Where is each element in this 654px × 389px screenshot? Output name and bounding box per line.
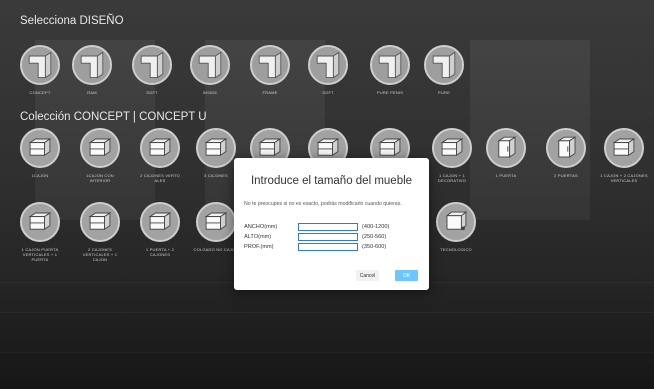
collection-option-label: 1 CAJON + 2 CAJONES VERTICALES bbox=[600, 173, 648, 183]
design-option-label: RAM bbox=[87, 90, 97, 95]
drawer-cabinet-icon bbox=[20, 202, 60, 242]
collection-option[interactable]: COLGADO NO CAJON bbox=[192, 202, 240, 252]
depth-range: (350-600) bbox=[362, 244, 387, 250]
cancel-button[interactable]: Cancel bbox=[356, 270, 379, 281]
handle-profile-icon bbox=[20, 45, 60, 85]
collection-option-label: 1 PUERTA bbox=[495, 173, 517, 178]
design-option-label: PURE PENIS bbox=[376, 90, 404, 95]
dialog-description: No te preocupes si no es exacto, podrás … bbox=[244, 201, 402, 207]
tech-cabinet-icon bbox=[436, 202, 476, 242]
collection-option-label: 2 PUERTAS bbox=[554, 173, 578, 178]
design-option[interactable]: INSIDE bbox=[186, 45, 234, 95]
design-option-label: INSIDE bbox=[202, 90, 218, 95]
collection-option-label: COLGADO NO CAJON bbox=[193, 247, 239, 252]
width-label: ANCHO(mm) bbox=[244, 224, 278, 230]
width-input[interactable] bbox=[298, 223, 358, 231]
door-cabinet-icon bbox=[486, 128, 526, 168]
collection-option[interactable]: 1 CAJON PUERTA VERTICALES + 1 PUERTA bbox=[16, 202, 64, 262]
collection-option-label: 1CAJON bbox=[31, 173, 49, 178]
design-option[interactable]: SOFT bbox=[304, 45, 352, 95]
handle-profile-icon bbox=[72, 45, 112, 85]
height-input[interactable] bbox=[298, 233, 358, 241]
design-option[interactable]: PURE bbox=[420, 45, 468, 95]
design-option[interactable]: SOFT bbox=[128, 45, 176, 95]
drawer-cabinet-icon bbox=[140, 202, 180, 242]
configurator-screen: Selecciona DISEÑO CONCEPT RAM SOFT INSIDE FR… bbox=[0, 0, 654, 389]
collection-option[interactable]: 1 PUERTA + 2 CAJONES bbox=[136, 202, 184, 257]
design-option[interactable]: CONCEPT bbox=[16, 45, 64, 95]
ok-button[interactable]: OK bbox=[395, 270, 418, 281]
collection-option[interactable]: 2 PUERTAS bbox=[542, 128, 590, 178]
handle-profile-icon bbox=[132, 45, 172, 85]
handle-profile-icon bbox=[250, 45, 290, 85]
design-option[interactable]: FRAME bbox=[246, 45, 294, 95]
collection-option[interactable]: 3 CAJONES bbox=[192, 128, 240, 178]
handle-profile-icon bbox=[424, 45, 464, 85]
handle-profile-icon bbox=[308, 45, 348, 85]
collection-option[interactable]: 1 PUERTA bbox=[482, 128, 530, 178]
drawer-cabinet-icon bbox=[432, 128, 472, 168]
width-range: (400-1200) bbox=[362, 224, 390, 230]
drawer-cabinet-icon bbox=[196, 128, 236, 168]
design-option[interactable]: RAM bbox=[68, 45, 116, 95]
design-option-label: SOFT bbox=[322, 90, 334, 95]
collection-option[interactable]: 2 CAJONES VERTO ALES bbox=[136, 128, 184, 183]
collection-option-label: 2 CAJONES VERTICALES + 1 CAJON bbox=[82, 247, 118, 262]
design-option-label: FRAME bbox=[262, 90, 278, 95]
dialog-title: Introduce el tamaño del mueble bbox=[250, 175, 413, 187]
height-range: (250-560) bbox=[362, 234, 387, 240]
drawer-cabinet-icon bbox=[196, 202, 236, 242]
height-label: ALTO(mm) bbox=[244, 234, 272, 240]
collection-option[interactable]: TECNOLOGICO bbox=[432, 202, 480, 252]
design-heading: Selecciona DISEÑO bbox=[20, 15, 124, 27]
drawer-cabinet-icon bbox=[80, 128, 120, 168]
collection-option[interactable]: 1CAJON CON INTERIOR bbox=[76, 128, 124, 183]
size-dialog: Introduce el tamaño del mueble No te pre… bbox=[234, 158, 429, 290]
collection-option[interactable]: 1 CAJON + 2 CAJONES VERTICALES bbox=[600, 128, 648, 183]
drawer-cabinet-icon bbox=[20, 128, 60, 168]
design-option[interactable]: PURE PENIS bbox=[366, 45, 414, 95]
handle-profile-icon bbox=[190, 45, 230, 85]
collection-option-label: 1 PUERTA + 2 CAJONES bbox=[145, 247, 175, 257]
collection-option-label: 2 CAJONES VERTO ALES bbox=[140, 173, 180, 183]
collection-option-label: TECNOLOGICO bbox=[440, 247, 472, 252]
drawer-cabinet-icon bbox=[140, 128, 180, 168]
drawer-cabinet-icon bbox=[80, 202, 120, 242]
collection-option-label: 1CAJON CON INTERIOR bbox=[86, 173, 114, 183]
design-option-label: CONCEPT bbox=[29, 90, 51, 95]
collection-option[interactable]: 1 CAJON + 1 DECORATIVO bbox=[428, 128, 476, 183]
collection-option[interactable]: 1CAJON bbox=[16, 128, 64, 178]
design-option-label: PURE bbox=[438, 90, 450, 95]
collection-option-label: 3 CAJONES bbox=[203, 173, 229, 178]
collection-heading: Colección CONCEPT | CONCEPT U bbox=[20, 111, 207, 123]
collection-option[interactable]: 2 CAJONES VERTICALES + 1 CAJON bbox=[76, 202, 124, 262]
handle-profile-icon bbox=[370, 45, 410, 85]
collection-option-label: 1 CAJON + 1 DECORATIVO bbox=[437, 173, 467, 183]
door-cabinet-icon bbox=[546, 128, 586, 168]
collection-option-label: 1 CAJON PUERTA VERTICALES + 1 PUERTA bbox=[21, 247, 59, 262]
design-option-label: SOFT bbox=[146, 90, 158, 95]
depth-label: PROF.(mm) bbox=[244, 244, 274, 250]
drawer-cabinet-icon bbox=[604, 128, 644, 168]
depth-input[interactable] bbox=[298, 243, 358, 251]
